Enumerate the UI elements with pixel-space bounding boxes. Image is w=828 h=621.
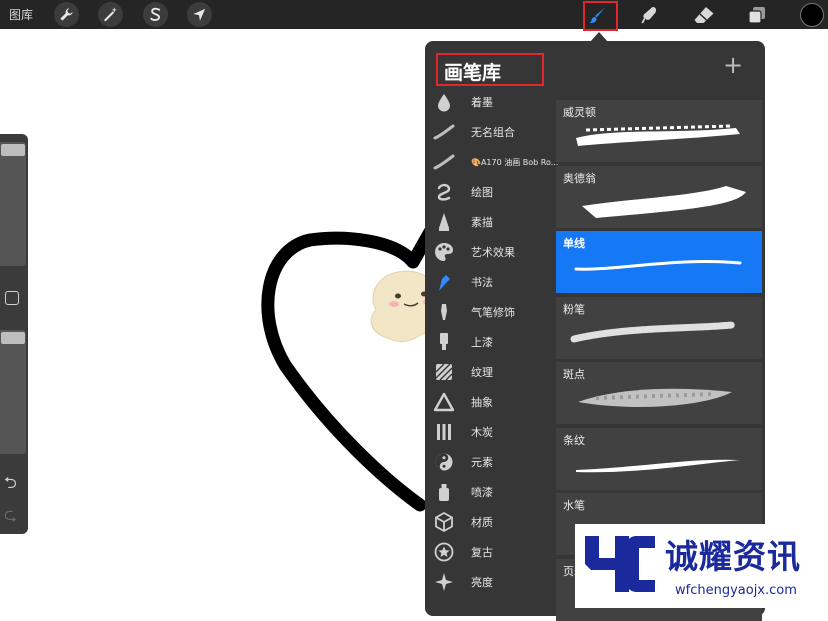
brush-stroke-preview [576,459,740,472]
brush-category-item[interactable]: 喷漆 [433,479,553,505]
opacity-thumb[interactable] [1,332,25,344]
brush-category-item[interactable]: 无名组合 [433,119,553,145]
eraser-icon [694,7,714,23]
brush-category-label: 元素 [471,456,493,469]
opacity-slider[interactable] [0,330,26,454]
selection-button[interactable] [143,2,168,27]
brush-category-item[interactable]: 木炭 [433,419,553,445]
redo-icon[interactable]: ⮎ [4,504,17,531]
triangle-icon [433,391,455,413]
brush-stroke-preview [574,260,742,271]
brush-category-item[interactable]: 艺术效果 [433,239,553,265]
adjustments-button[interactable] [98,2,123,27]
pencil-tip-icon [433,211,455,233]
brush-category-label: 无名组合 [471,126,515,139]
brush-category-label: 亮度 [471,576,493,589]
add-brush-button[interactable]: + [723,51,743,79]
brush-item[interactable]: 单线 [556,231,762,293]
watermark-logo [585,536,655,592]
watermark-url: wfchengyaojx.com [675,583,797,598]
yin-yang-icon [433,451,455,473]
brush-item[interactable]: 奥德翁 [556,165,762,228]
brush-category-label: 喷漆 [471,486,493,499]
brush-category-label: 气笔修饰 [471,306,515,319]
brush-category-label: 木炭 [471,426,493,439]
brush-size-slider[interactable] [0,142,26,266]
watermark-title: 诚耀资讯 [665,537,801,576]
layers-button[interactable] [745,3,769,27]
brush-stroke-preview [576,124,740,146]
brush-category-label: 绘图 [471,186,493,199]
undo-icon[interactable]: ⮌ [4,472,17,499]
brush-category-item[interactable]: 上漆 [433,329,553,355]
brush-category-item[interactable]: 🎨A170 油画 Bob Ro... [433,149,558,175]
brush-category-label: 材质 [471,516,493,529]
brush-item[interactable]: 斑点 [556,362,762,424]
spray-can-icon [433,481,455,503]
eraser-tool-button[interactable] [692,3,716,27]
palette-icon [433,241,455,263]
brush-category-item[interactable]: 纹理 [433,359,553,385]
charcoal-icon [433,421,455,443]
layers-icon [748,7,765,24]
brush-stroke-preview [578,388,732,407]
smudge-finger-icon [641,6,657,24]
texture-icon [433,361,455,383]
airbrush-icon [433,301,455,323]
brush-category-item[interactable]: 复古 [433,539,553,565]
calligraphy-pen-icon [433,271,455,293]
brush-category-label: 纹理 [471,366,493,379]
color-picker-button[interactable] [800,3,824,27]
brush-category-item[interactable]: 抽象 [433,389,553,415]
brush-category-item[interactable]: 气笔修饰 [433,299,553,325]
brush-size-thumb[interactable] [1,144,25,156]
brush-category-item[interactable]: 书法 [433,269,553,295]
brush-category-item[interactable]: 元素 [433,449,553,475]
top-toolbar: 图库 [0,0,828,31]
ink-drop-icon [433,91,455,113]
modify-button[interactable] [5,291,19,305]
left-sidebar: ⮌ ⮎ [0,134,28,534]
arrow-cursor-icon [193,8,206,21]
swirl-icon [433,181,455,203]
star-badge-icon [433,541,455,563]
brush-stroke-preview [570,321,736,342]
gallery-button[interactable]: 图库 [9,6,33,23]
smudge-tool-button[interactable] [637,3,661,27]
brush-category-label: 抽象 [471,396,493,409]
watermark: 诚耀资讯 wfchengyaojx.com [575,524,828,608]
brush-category-label: 🎨A170 油画 Bob Ro... [471,157,559,167]
brush-category-label: 艺术效果 [471,246,515,259]
brush-stroke-preview [582,185,746,218]
cube-icon [433,511,455,533]
brush-category-label: 书法 [471,276,493,289]
stroke-icon [433,151,455,173]
brush-category-item[interactable]: 素描 [433,209,553,235]
magic-wand-icon [104,7,118,22]
wrench-icon [60,8,73,21]
brush-category-item[interactable]: 绘图 [433,179,553,205]
transform-button[interactable] [187,2,212,27]
selection-s-icon [150,7,161,21]
stroke-icon [433,121,455,143]
brush-category-label: 着墨 [471,96,493,109]
title-highlight [436,53,544,86]
brush-category-item[interactable]: 着墨 [433,89,553,115]
brush-category-label: 上漆 [471,336,493,349]
brush-category-label: 复古 [471,546,493,559]
sparkle-icon [433,571,455,593]
paint-tube-icon [433,331,455,353]
brush-tool-highlight [583,1,618,31]
brush-item[interactable]: 粉笔 [556,296,762,359]
brush-item[interactable]: 条纹 [556,427,762,490]
brush-item[interactable]: 威灵顿 [556,100,762,162]
actions-button[interactable] [54,2,79,27]
brush-category-item[interactable]: 材质 [433,509,553,535]
brush-category-label: 素描 [471,216,493,229]
brush-category-item[interactable]: 亮度 [433,569,553,595]
